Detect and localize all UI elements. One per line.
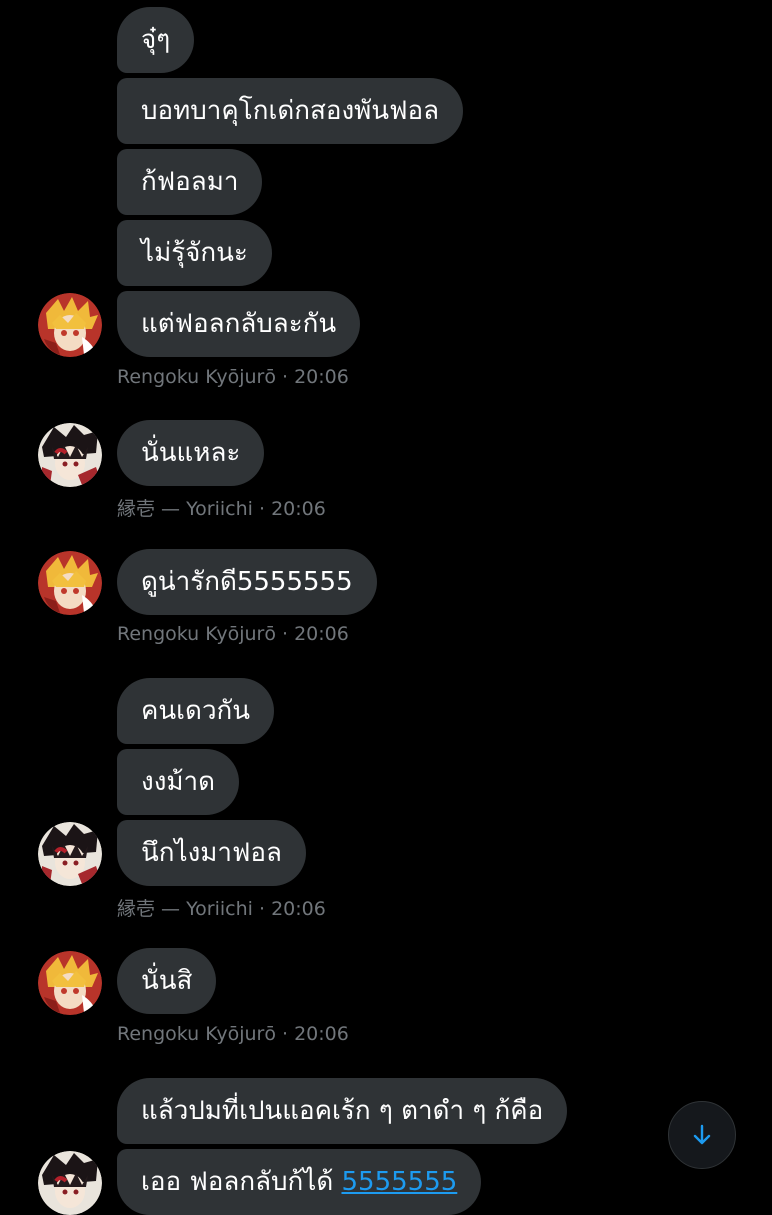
message-meta: 縁壱 — Yoriichi · 20:06	[117, 894, 326, 921]
message-bubble[interactable]: นั่นแหละ	[117, 420, 265, 486]
message-bubble[interactable]: ไม่รุ้จักนะ	[117, 220, 272, 286]
message-bubble[interactable]: เออ ฟอลกลับก้ได้ 5555555	[117, 1149, 482, 1215]
message-meta: Rengoku Kyōjurō · 20:06	[117, 1023, 349, 1045]
timestamp: · 20:06	[282, 1023, 349, 1045]
message-text: คนเดวกัน	[141, 696, 251, 726]
rengoku-avatar-icon[interactable]	[38, 951, 102, 1015]
arrow-down-icon	[693, 1124, 711, 1145]
message-meta: Rengoku Kyōjurō · 20:06	[117, 623, 349, 645]
message-text: นั่นสิ	[141, 966, 193, 996]
message-bubble[interactable]: ก้ฟอลมา	[117, 149, 263, 215]
rengoku-avatar-icon[interactable]	[38, 293, 102, 357]
conversation: จุ๋ๆ บอทบาคุโกเด่กสองพันฟอล ก้ฟอลมา ไม่ร…	[0, 0, 772, 1215]
message-bubble[interactable]: งงม้าด	[117, 749, 240, 815]
message-text: ก้ฟอลมา	[141, 167, 239, 197]
timestamp: · 20:06	[282, 366, 349, 388]
message-link[interactable]: 5555555	[341, 1167, 457, 1197]
sender-name: Rengoku Kyōjurō	[117, 1023, 276, 1045]
message-text: ไม่รุ้จักนะ	[141, 238, 248, 268]
sender-name: Rengoku Kyōjurō	[117, 366, 276, 388]
yoriichi-avatar-icon[interactable]	[38, 423, 102, 487]
timestamp: · 20:06	[258, 898, 326, 920]
sender-name: 縁壱 — Yoriichi	[117, 898, 253, 920]
message-text: จุ๋ๆ	[141, 25, 171, 55]
message-text: งงม้าด	[141, 767, 216, 797]
message-bubble[interactable]: ดูน่ารักดี5555555	[117, 549, 377, 615]
message-text: บอทบาคุโกเด่กสองพันฟอล	[141, 96, 440, 126]
message-meta: 縁壱 — Yoriichi · 20:06	[117, 494, 326, 521]
message-bubble[interactable]: นั่นสิ	[117, 948, 217, 1014]
scroll-to-bottom-button[interactable]	[668, 1101, 736, 1169]
message-text: นึกไงมาฟอล	[141, 838, 282, 868]
timestamp: · 20:06	[258, 498, 326, 520]
message-bubble[interactable]: แล้วปมที่เปนแอคเร้ก ๆ ตาดำ ๆ ก้คือ	[117, 1078, 568, 1144]
timestamp: · 20:06	[282, 623, 349, 645]
message-meta: Rengoku Kyōjurō · 20:06	[117, 366, 349, 388]
yoriichi-avatar-icon[interactable]	[38, 1151, 102, 1215]
message-text: เออ ฟอลกลับก้ได้	[141, 1167, 342, 1197]
message-bubble[interactable]: จุ๋ๆ	[117, 7, 195, 73]
message-bubble[interactable]: แต่ฟอลกลับละกัน	[117, 291, 361, 357]
message-text: แต่ฟอลกลับละกัน	[141, 309, 337, 339]
yoriichi-avatar-icon[interactable]	[38, 822, 102, 886]
rengoku-avatar-icon[interactable]	[38, 551, 102, 615]
message-bubble[interactable]: บอทบาคุโกเด่กสองพันฟอล	[117, 78, 464, 144]
message-text: ดูน่ารักดี5555555	[141, 567, 353, 597]
message-bubble[interactable]: คนเดวกัน	[117, 678, 275, 744]
sender-name: Rengoku Kyōjurō	[117, 623, 276, 645]
message-text: แล้วปมที่เปนแอคเร้ก ๆ ตาดำ ๆ ก้คือ	[141, 1096, 544, 1126]
sender-name: 縁壱 — Yoriichi	[117, 498, 253, 520]
message-bubble[interactable]: นึกไงมาฟอล	[117, 820, 306, 886]
message-text: นั่นแหละ	[141, 438, 241, 468]
